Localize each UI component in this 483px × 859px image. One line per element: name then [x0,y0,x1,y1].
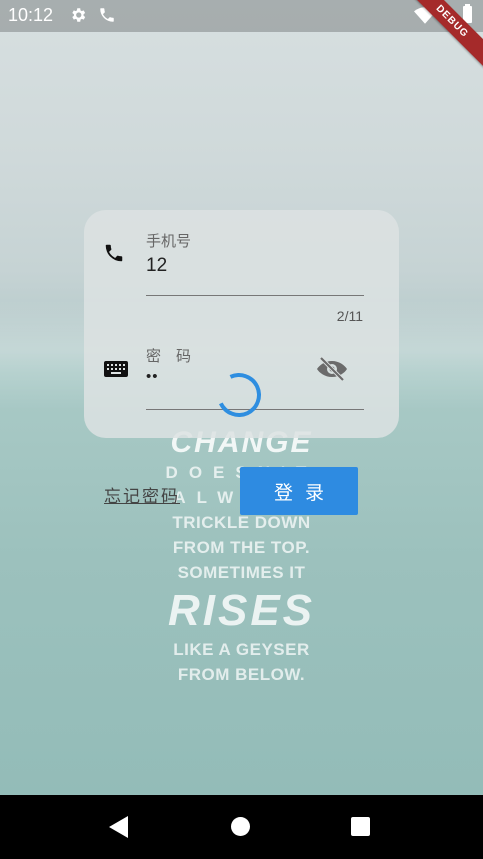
poster-line: RISES [167,586,316,635]
poster-line: FROM THE TOP. [172,538,311,557]
back-icon[interactable] [109,816,128,838]
phone-icon [103,242,125,269]
password-input[interactable]: •• [146,368,159,385]
login-card: 手机号 12 2/11 密 码 •• [84,210,399,438]
phone-input[interactable]: 12 [146,255,167,277]
login-button[interactable]: 登录 [240,467,358,515]
forgot-password-link[interactable]: 忘记密码 [104,482,180,507]
phone-call-icon [98,6,116,29]
poster-line: LIKE A GEYSER [173,640,310,659]
home-icon[interactable] [231,817,250,836]
poster-line: SOMETIMES IT [177,563,306,582]
status-time: 10:12 [8,5,54,25]
phone-label: 手机号 [146,233,192,250]
app-screen: CHANGE DOESN'T ALWAYS TRICKLE DOWN FROM … [0,0,483,795]
navigation-bar [0,795,483,859]
keyboard-icon [104,360,128,383]
loading-spinner [210,366,268,424]
status-bar: 10:12 DEBUG [0,0,483,75]
phone-char-counter: 2/11 [336,308,363,324]
password-label: 密 码 [146,348,192,365]
eye-off-icon[interactable] [316,356,348,382]
phone-underline [146,295,364,296]
background-poster: CHANGE DOESN'T ALWAYS TRICKLE DOWN FROM … [0,426,483,687]
recents-icon[interactable] [351,817,370,836]
gear-icon [69,6,87,29]
poster-line: FROM BELOW. [177,665,306,684]
